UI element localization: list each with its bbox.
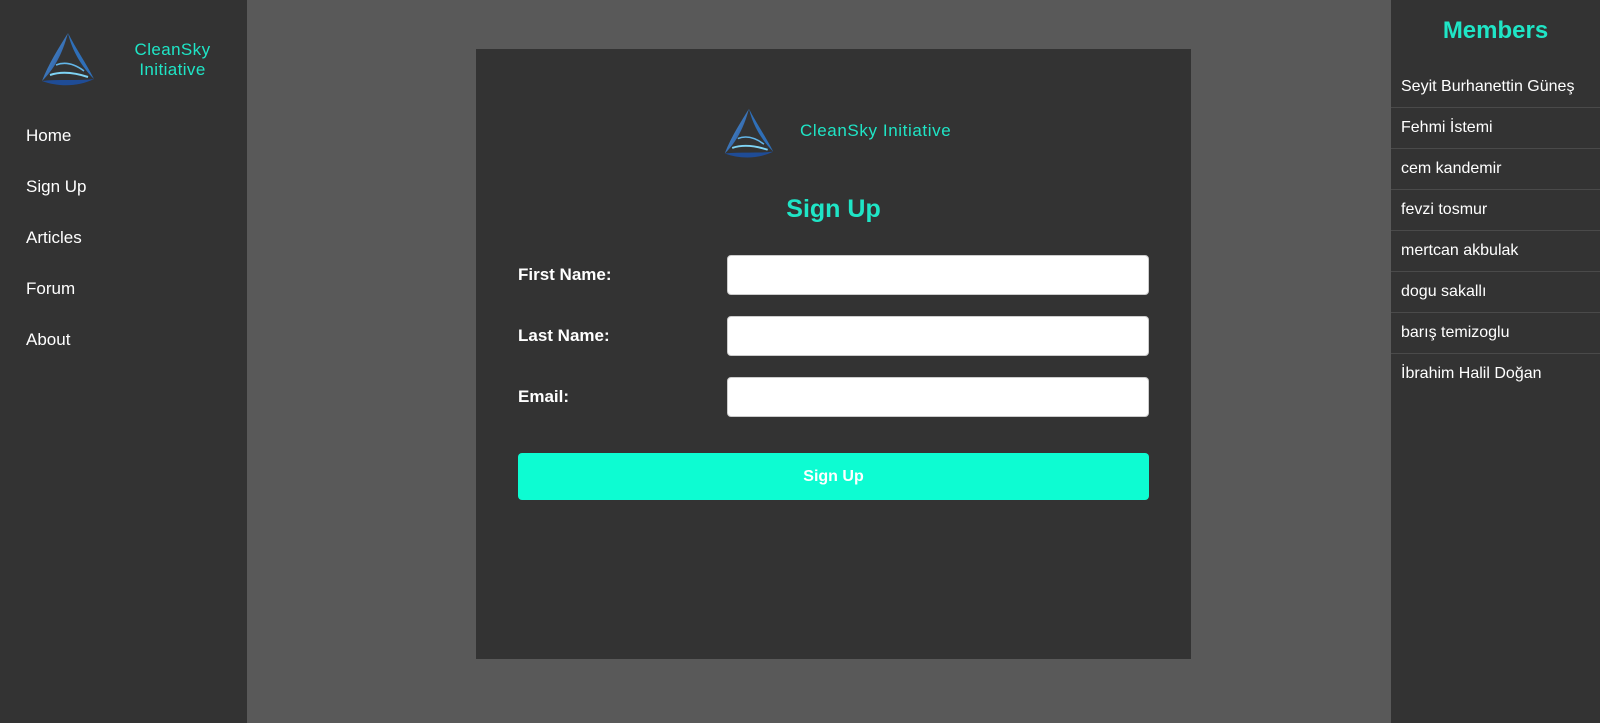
email-row: Email: <box>518 377 1149 417</box>
triangle-swirl-logo-icon <box>724 108 774 158</box>
first-name-label: First Name: <box>518 265 612 284</box>
sidebar-brand-line2: Initiative <box>139 60 206 79</box>
page: CleanSky Initiative Home Sign Up Article… <box>0 0 1600 723</box>
member-item[interactable]: fevzi tosmur <box>1391 190 1600 231</box>
triangle-swirl-logo-icon <box>42 33 94 86</box>
last-name-row: Last Name: <box>518 316 1149 356</box>
card-brand: CleanSky Initiative <box>718 105 978 161</box>
sidebar-brand-text: CleanSky Initiative <box>120 40 225 80</box>
email-input[interactable] <box>727 377 1149 417</box>
signup-card: CleanSky Initiative Sign Up First Name: … <box>476 49 1191 659</box>
card-brand-text: CleanSky Initiative <box>800 121 952 140</box>
form-title: Sign Up <box>786 195 881 223</box>
nav-about[interactable]: About <box>26 330 86 381</box>
sidebar-nav: Home Sign Up Articles Forum About <box>26 126 86 381</box>
members-panel: Members Seyit Burhanettin Güneş Fehmi İs… <box>1391 0 1600 723</box>
member-item[interactable]: İbrahim Halil Doğan <box>1391 354 1600 395</box>
sidebar-brand[interactable]: CleanSky Initiative <box>0 0 247 110</box>
nav-articles[interactable]: Articles <box>26 228 86 279</box>
last-name-label: Last Name: <box>518 326 610 345</box>
sign-up-button[interactable]: Sign Up <box>518 453 1149 500</box>
first-name-row: First Name: <box>518 255 1149 295</box>
members-title: Members <box>1442 17 1549 44</box>
member-item[interactable]: dogu sakallı <box>1391 272 1600 313</box>
member-list: Seyit Burhanettin Güneş Fehmi İstemi cem… <box>1391 67 1600 395</box>
nav-forum[interactable]: Forum <box>26 279 86 330</box>
member-item[interactable]: Fehmi İstemi <box>1391 108 1600 149</box>
first-name-input[interactable] <box>727 255 1149 295</box>
member-item[interactable]: barış temizoglu <box>1391 313 1600 354</box>
sidebar: CleanSky Initiative Home Sign Up Article… <box>0 0 247 723</box>
member-item[interactable]: mertcan akbulak <box>1391 231 1600 272</box>
sidebar-brand-line1: CleanSky <box>134 40 211 59</box>
member-item[interactable]: Seyit Burhanettin Güneş <box>1391 67 1600 108</box>
last-name-input[interactable] <box>727 316 1149 356</box>
nav-sign-up[interactable]: Sign Up <box>26 177 86 228</box>
member-item[interactable]: cem kandemir <box>1391 149 1600 190</box>
nav-home[interactable]: Home <box>26 126 86 177</box>
email-label: Email: <box>518 387 570 406</box>
